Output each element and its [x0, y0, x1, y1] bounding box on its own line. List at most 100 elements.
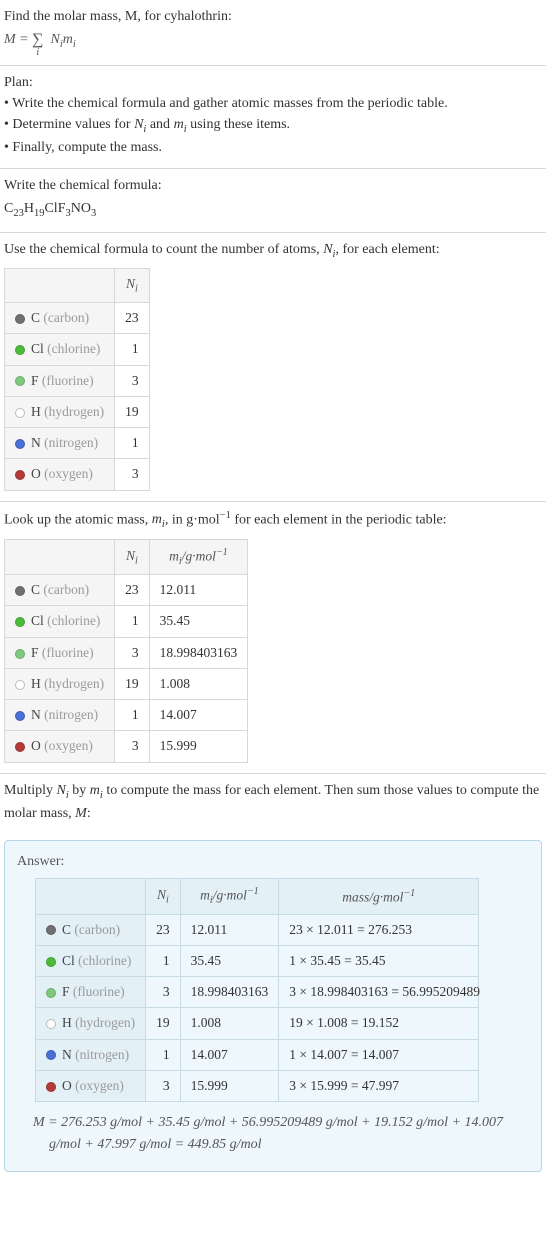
table-row: F (fluorine)318.9984031633 × 18.99840316…: [36, 977, 479, 1008]
table-row: C (carbon)2312.01123 × 12.011 = 276.253: [36, 914, 479, 945]
multiply-heading: Multiply Ni by mi to compute the mass fo…: [4, 780, 542, 825]
table-row: N (nitrogen)114.0071 × 14.007 = 14.007: [36, 1039, 479, 1070]
answer-box: Answer: Ni mi/g·mol−1 mass/g·mol−1 C (ca…: [4, 840, 542, 1172]
n-value: 3: [115, 731, 150, 762]
element-color-dot: [15, 617, 25, 627]
element-name: (fluorine): [42, 645, 94, 660]
mass-value: 19 × 1.008 = 19.152: [279, 1008, 479, 1039]
mass-value: 3 × 18.998403163 = 56.995209489: [279, 977, 479, 1008]
element-symbol: O: [31, 466, 44, 481]
element-name: (carbon): [74, 922, 120, 937]
element-color-dot: [15, 470, 25, 480]
plan-item-1: • Write the chemical formula and gather …: [4, 93, 542, 114]
n-value: 1: [115, 606, 150, 637]
element-cell: Cl (chlorine): [36, 945, 146, 976]
element-name: (chlorine): [78, 953, 131, 968]
element-symbol: N: [31, 435, 44, 450]
element-name: (oxygen): [75, 1078, 124, 1093]
n-value: 19: [115, 668, 150, 699]
table-row: F (fluorine)318.998403163: [5, 637, 248, 668]
count-atoms-heading: Use the chemical formula to count the nu…: [4, 239, 542, 263]
mass-value: 1 × 35.45 = 35.45: [279, 945, 479, 976]
table-header-row: Ni mi/g·mol−1 mass/g·mol−1: [36, 879, 479, 914]
write-formula-section: Write the chemical formula: C23H19ClF3NO…: [0, 169, 546, 233]
element-color-dot: [15, 680, 25, 690]
m-value: 1.008: [149, 668, 248, 699]
multiply-section: Multiply Ni by mi to compute the mass fo…: [0, 774, 546, 835]
element-color-dot: [15, 439, 25, 449]
n-value: 1: [146, 1039, 181, 1070]
element-cell: N (nitrogen): [36, 1039, 146, 1070]
answer-table: Ni mi/g·mol−1 mass/g·mol−1 C (carbon)231…: [35, 878, 479, 1102]
sigma-icon: ∑ i: [32, 32, 43, 48]
element-name: (nitrogen): [44, 435, 98, 450]
element-color-dot: [15, 711, 25, 721]
element-cell: O (oxygen): [36, 1070, 146, 1101]
m-value: 18.998403163: [180, 977, 279, 1008]
element-cell: C (carbon): [36, 914, 146, 945]
element-color-dot: [46, 988, 56, 998]
element-symbol: F: [31, 645, 42, 660]
intro-section: Find the molar mass, M, for cyhalothrin:…: [0, 0, 546, 66]
element-symbol: O: [62, 1078, 75, 1093]
m-value: 12.011: [180, 914, 279, 945]
plan-heading: Plan:: [4, 72, 542, 93]
element-symbol: H: [31, 676, 44, 691]
table-row: Cl (chlorine)135.451 × 35.45 = 35.45: [36, 945, 479, 976]
col-element: [5, 539, 115, 574]
element-color-dot: [15, 649, 25, 659]
plan-item-2: • Determine values for Ni and mi using t…: [4, 114, 542, 138]
n-value: 3: [115, 637, 150, 668]
lookup-mass-table: Ni mi/g·mol−1 C (carbon)2312.011Cl (chlo…: [4, 539, 248, 763]
lookup-mass-section: Look up the atomic mass, mi, in g·mol−1 …: [0, 502, 546, 774]
element-symbol: N: [31, 707, 44, 722]
m-value: 35.45: [180, 945, 279, 976]
element-cell: O (oxygen): [5, 731, 115, 762]
col-Ni: Ni: [146, 879, 181, 914]
col-mi: mi/g·mol−1: [149, 539, 248, 574]
table-row: N (nitrogen)114.007: [5, 700, 248, 731]
element-cell: F (fluorine): [5, 365, 115, 396]
element-name: (oxygen): [44, 738, 93, 753]
table-row: O (oxygen)3: [5, 459, 150, 490]
m-value: 12.011: [149, 575, 248, 606]
element-color-dot: [46, 1019, 56, 1029]
mass-value: 23 × 12.011 = 276.253: [279, 914, 479, 945]
write-formula-heading: Write the chemical formula:: [4, 175, 542, 196]
lookup-mass-heading: Look up the atomic mass, mi, in g·mol−1 …: [4, 508, 542, 533]
element-symbol: C: [62, 922, 74, 937]
table-row: H (hydrogen)191.008: [5, 668, 248, 699]
mass-value: 3 × 15.999 = 47.997: [279, 1070, 479, 1101]
element-color-dot: [15, 742, 25, 752]
element-cell: C (carbon): [5, 575, 115, 606]
element-cell: H (hydrogen): [36, 1008, 146, 1039]
molar-mass-formula: M = ∑ i Nimi: [4, 27, 542, 55]
col-Ni: Ni: [115, 539, 150, 574]
element-name: (hydrogen): [75, 1015, 135, 1030]
answer-label: Answer:: [17, 851, 529, 872]
table-row: N (nitrogen)1: [5, 428, 150, 459]
table-row: C (carbon)23: [5, 303, 150, 334]
intro-line1: Find the molar mass, M, for cyhalothrin:: [4, 6, 542, 27]
n-value: 3: [146, 977, 181, 1008]
n-value: 19: [146, 1008, 181, 1039]
table-row: Cl (chlorine)135.45: [5, 606, 248, 637]
m-value: 1.008: [180, 1008, 279, 1039]
m-value: 14.007: [149, 700, 248, 731]
chemical-formula: C23H19ClF3NO3: [4, 196, 542, 222]
n-value: 23: [146, 914, 181, 945]
element-color-dot: [15, 376, 25, 386]
n-value: 19: [115, 396, 150, 427]
m-value: 14.007: [180, 1039, 279, 1070]
element-name: (fluorine): [73, 984, 125, 999]
element-symbol: H: [31, 404, 44, 419]
table-row: Cl (chlorine)1: [5, 334, 150, 365]
element-cell: H (hydrogen): [5, 668, 115, 699]
element-name: (hydrogen): [44, 404, 104, 419]
element-symbol: F: [31, 373, 42, 388]
col-element: [5, 269, 115, 303]
element-name: (chlorine): [47, 341, 100, 356]
element-symbol: C: [31, 310, 43, 325]
col-element: [36, 879, 146, 914]
element-cell: N (nitrogen): [5, 700, 115, 731]
